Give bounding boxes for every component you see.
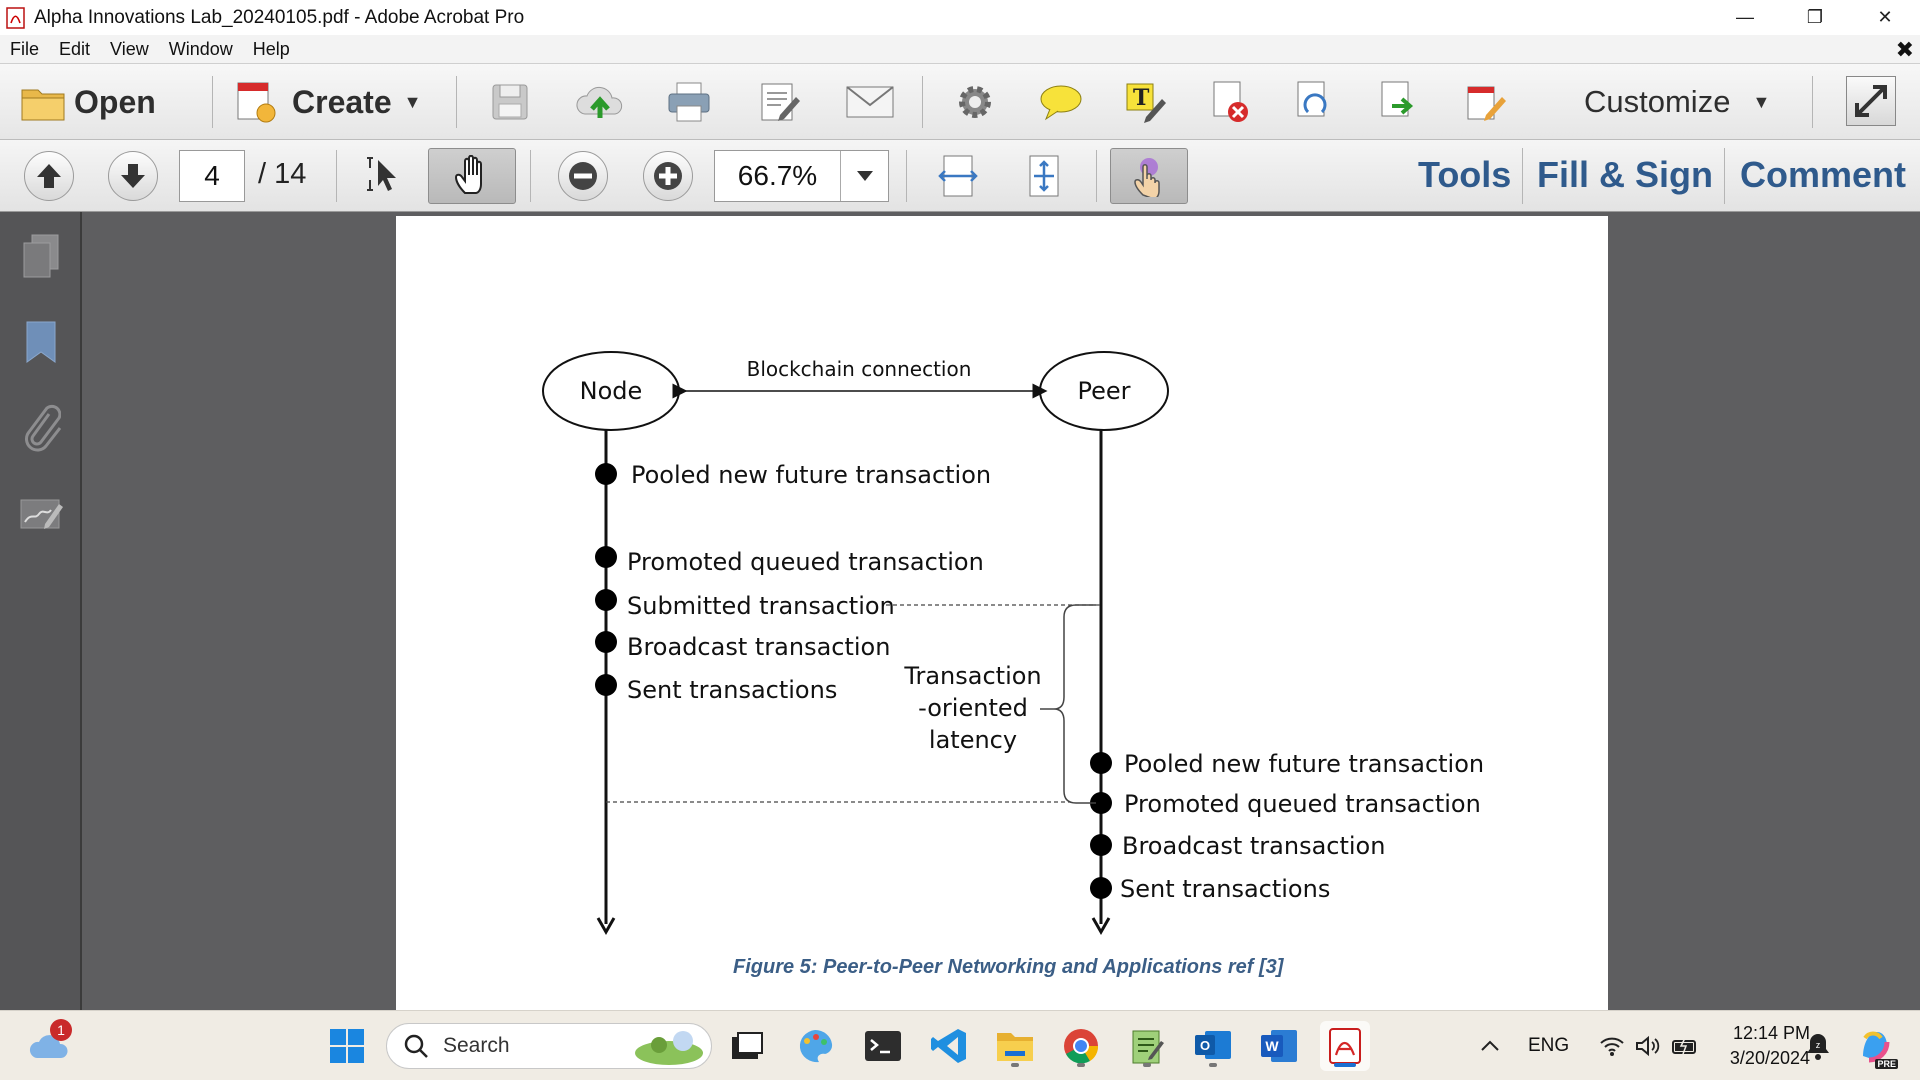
search-icon (404, 1034, 428, 1058)
weather-widget[interactable]: 1 (24, 1019, 74, 1071)
copilot-badge: PRE (1875, 1059, 1898, 1069)
peer-event-dot (1090, 752, 1112, 774)
notifications-button[interactable]: z (1794, 1021, 1842, 1071)
task-view-button[interactable] (722, 1021, 772, 1071)
latency-label-line: latency (929, 726, 1017, 754)
latency-label-line: Transaction (903, 662, 1041, 690)
outlook-app[interactable]: O (1188, 1021, 1238, 1071)
file-explorer-app[interactable] (990, 1021, 1040, 1071)
paint-app[interactable] (790, 1021, 840, 1071)
node-event-dot (595, 546, 617, 568)
peer-event-label: Pooled new future transaction (1124, 750, 1484, 778)
chrome-icon (1064, 1029, 1099, 1064)
vscode-app[interactable] (924, 1021, 974, 1071)
peer-event-label: Sent transactions (1120, 875, 1330, 903)
copilot-button[interactable]: PRE (1850, 1021, 1900, 1071)
search-highlight-icon (635, 1031, 703, 1065)
node-event-label: Broadcast transaction (627, 633, 890, 661)
show-hidden-icons-button[interactable] (1464, 1021, 1516, 1071)
network-volume-battery-tray[interactable] (1584, 1021, 1714, 1071)
terminal-app[interactable] (858, 1021, 908, 1071)
peer-event-label: Broadcast transaction (1122, 832, 1385, 860)
terminal-icon (865, 1031, 901, 1061)
start-button[interactable] (322, 1021, 372, 1071)
search-placeholder: Search (443, 1034, 510, 1057)
node-event-dot (595, 463, 617, 485)
peer-event-dot (1090, 834, 1112, 856)
outlook-icon: O (1195, 1031, 1231, 1059)
word-icon: W (1261, 1030, 1297, 1062)
node-event-dot (595, 674, 617, 696)
wifi-icon (1600, 1037, 1624, 1056)
word-app[interactable]: W (1254, 1021, 1304, 1071)
windows-logo-icon (330, 1029, 364, 1063)
node-label: Node (580, 377, 643, 405)
node-event-label: Promoted queued transaction (627, 548, 984, 576)
volume-icon (1636, 1035, 1660, 1057)
connection-label: Blockchain connection (747, 357, 972, 381)
chevron-up-icon (1481, 1040, 1499, 1051)
acrobat-taskbar-app[interactable] (1320, 1021, 1370, 1071)
figure-caption: Figure 5: Peer-to-Peer Networking and Ap… (733, 956, 1284, 978)
chrome-app[interactable] (1056, 1021, 1106, 1071)
latency-label-line: -oriented (918, 694, 1028, 722)
taskbar: 1 Search O W ENG 12:14 PM 3/20/2024 z PR… (0, 1010, 1920, 1080)
node-event-dot (595, 631, 617, 653)
peer-label: Peer (1077, 377, 1130, 405)
svg-text:W: W (1265, 1038, 1279, 1054)
task-view-icon (732, 1032, 763, 1059)
notepad-app[interactable] (1122, 1021, 1172, 1071)
svg-text:z: z (1816, 1040, 1821, 1050)
taskbar-search[interactable]: Search (386, 1023, 712, 1069)
acrobat-icon (1329, 1028, 1361, 1064)
node-event-dot (595, 589, 617, 611)
node-event-label: Sent transactions (627, 676, 837, 704)
folder-icon (997, 1033, 1033, 1061)
peer-event-label: Promoted queued transaction (1124, 790, 1481, 818)
palette-icon (799, 1029, 833, 1063)
language-indicator[interactable]: ENG (1528, 1035, 1569, 1057)
node-event-label: Pooled new future transaction (631, 461, 991, 489)
latency-brace (1053, 604, 1096, 804)
notepad-icon (1132, 1030, 1164, 1064)
bell-icon: z (1807, 1034, 1829, 1060)
notification-badge: 1 (50, 1019, 72, 1041)
peer-event-dot (1090, 877, 1112, 899)
node-event-label: Submitted transaction (627, 592, 895, 620)
svg-text:O: O (1200, 1038, 1210, 1053)
battery-icon (1672, 1037, 1696, 1055)
blockchain-diagram: Node Peer Blockchain connection Pooled n… (542, 351, 1484, 936)
vscode-icon (931, 1029, 966, 1063)
